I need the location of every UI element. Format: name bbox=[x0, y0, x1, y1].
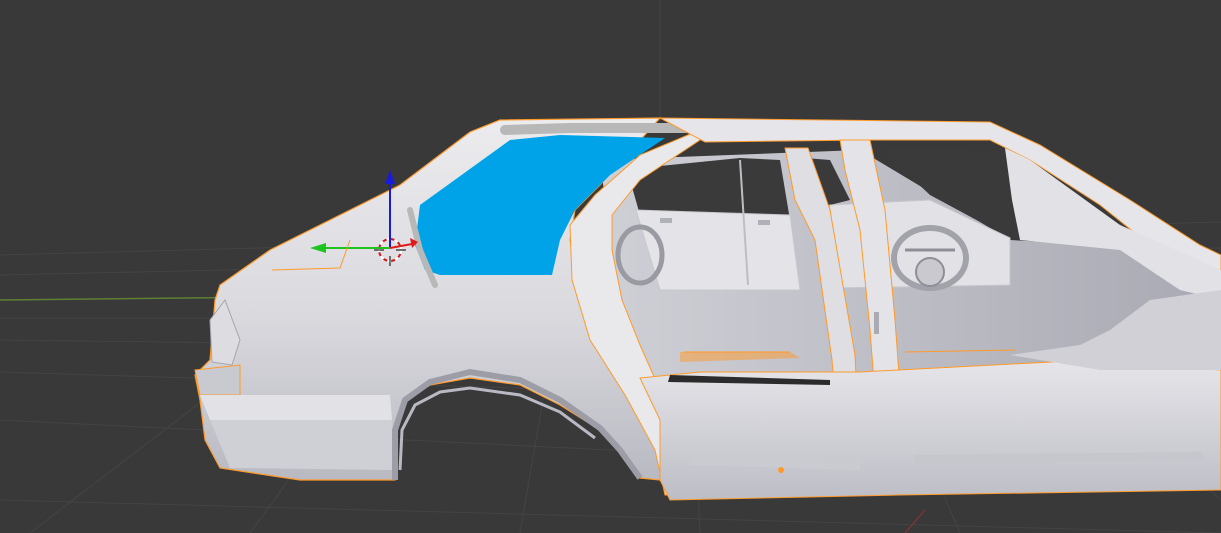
gizmo-z-arrow[interactable] bbox=[385, 170, 395, 184]
viewport-scene[interactable] bbox=[0, 0, 1221, 533]
y-axis-line bbox=[904, 509, 926, 533]
car-body-rear bbox=[194, 117, 705, 496]
3d-viewport[interactable] bbox=[0, 0, 1221, 533]
